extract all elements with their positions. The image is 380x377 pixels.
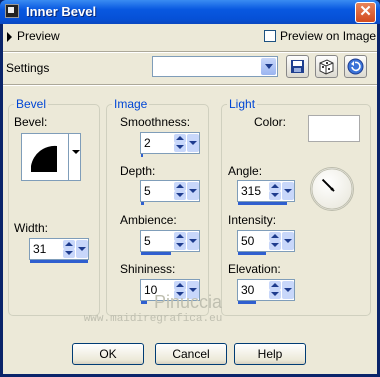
light-color-swatch[interactable] — [308, 115, 360, 142]
light-group: Light Color: Angle: 315 Intensity: 50 El… — [221, 97, 371, 316]
divider — [3, 84, 377, 86]
preview-toggle-label[interactable]: Preview — [17, 29, 60, 43]
randomize-icon — [319, 59, 334, 75]
bevel-label: Bevel: — [14, 115, 48, 129]
image-group-title: Image — [112, 97, 150, 111]
chevron-up-icon[interactable] — [174, 281, 186, 290]
ambience-spinbox[interactable]: 5 — [140, 230, 200, 252]
save-icon — [291, 60, 304, 73]
angle-dial[interactable] — [310, 167, 354, 211]
chevron-down-icon[interactable] — [174, 143, 186, 152]
smoothness-updown[interactable] — [174, 134, 186, 152]
width-spinbox[interactable]: 31 — [29, 238, 89, 260]
ambience-value: 5 — [144, 234, 151, 248]
watermark-name: Pinuccia — [153, 292, 223, 312]
smoothness-slider[interactable] — [141, 154, 143, 157]
smoothness-label: Smoothness: — [120, 115, 191, 129]
chevron-up-icon[interactable] — [174, 134, 186, 143]
depth-value: 5 — [144, 184, 151, 198]
chevron-up-icon[interactable] — [63, 240, 75, 249]
intensity-slider[interactable] — [238, 252, 266, 255]
width-label: Width: — [14, 221, 49, 235]
chevron-down-icon[interactable] — [282, 232, 294, 250]
smoothness-value: 2 — [144, 136, 151, 150]
shininess-label: Shininess: — [120, 262, 176, 276]
chevron-down-icon[interactable] — [282, 281, 294, 299]
width-slider[interactable] — [30, 260, 88, 263]
watermark-url: www.maidiregrafica.eu — [83, 313, 223, 325]
chevron-down-icon[interactable] — [187, 134, 199, 152]
preview-row: Preview Preview on Image — [3, 26, 377, 48]
chevron-down-icon[interactable] — [174, 241, 186, 250]
chevron-down-icon[interactable] — [187, 182, 199, 200]
depth-spinbox[interactable]: 5 — [140, 180, 200, 202]
chevron-down-icon[interactable] — [261, 58, 276, 75]
preview-on-image-checkbox[interactable] — [264, 30, 276, 42]
angle-label: Angle: — [228, 164, 263, 178]
chevron-down-icon[interactable] — [269, 241, 281, 250]
light-group-title: Light — [227, 97, 258, 111]
reset-button[interactable] — [344, 55, 367, 78]
chevron-down-icon[interactable] — [63, 249, 75, 258]
ok-button[interactable]: OK — [72, 343, 144, 365]
bevel-shape-dropdown[interactable] — [68, 133, 81, 181]
chevron-up-icon[interactable] — [269, 232, 281, 241]
smoothness-spinbox[interactable]: 2 — [140, 132, 200, 154]
save-preset-button[interactable] — [286, 55, 309, 78]
ambience-slider[interactable] — [141, 252, 171, 255]
chevron-up-icon[interactable] — [269, 182, 281, 191]
reset-icon — [347, 58, 364, 75]
width-updown[interactable] — [63, 240, 75, 258]
expand-arrow-icon[interactable] — [7, 32, 12, 42]
bevel-group-title: Bevel — [14, 97, 49, 111]
chevron-up-icon[interactable] — [269, 281, 281, 290]
preset-combobox[interactable] — [152, 56, 278, 77]
bevel-shape-preview[interactable] — [21, 133, 69, 181]
width-value: 31 — [33, 242, 47, 256]
chevron-up-icon[interactable] — [174, 232, 186, 241]
intensity-label: Intensity: — [228, 213, 277, 227]
cancel-button[interactable]: Cancel — [155, 343, 227, 365]
randomize-button[interactable] — [315, 55, 338, 78]
chevron-down-icon[interactable] — [282, 182, 294, 200]
settings-label: Settings — [6, 61, 50, 75]
chevron-down-icon[interactable] — [187, 232, 199, 250]
elevation-label: Elevation: — [228, 262, 281, 276]
chevron-down-icon[interactable] — [174, 191, 186, 200]
close-button[interactable]: ✕ — [355, 2, 376, 23]
bevel-group: Bevel Bevel: Width: 31 — [8, 97, 100, 316]
help-button[interactable]: Help — [234, 343, 306, 365]
image-group: Image Smoothness: 2 Depth: 5 Ambience: 5 — [106, 97, 209, 316]
intensity-spinbox[interactable]: 50 — [237, 230, 295, 252]
chevron-up-icon[interactable] — [174, 182, 186, 191]
ambience-updown[interactable] — [174, 232, 186, 250]
window-title: Inner Bevel — [26, 4, 97, 19]
angle-slider[interactable] — [238, 202, 287, 205]
preview-on-image-label[interactable]: Preview on Image — [280, 29, 376, 43]
angle-value: 315 — [241, 184, 262, 198]
angle-updown[interactable] — [269, 182, 281, 200]
chevron-down-icon[interactable] — [269, 191, 281, 200]
app-icon — [5, 4, 19, 18]
dialog-client: Preview Preview on Image Settings Bevel … — [3, 24, 377, 374]
dialog-window: Inner Bevel ✕ Preview Preview on Image S… — [0, 0, 380, 377]
color-label: Color: — [254, 115, 287, 129]
ambience-label: Ambience: — [120, 213, 177, 227]
chevron-down-icon[interactable] — [76, 240, 88, 258]
divider — [3, 51, 377, 53]
depth-label: Depth: — [120, 164, 156, 178]
depth-updown[interactable] — [174, 182, 186, 200]
angle-dial-center — [330, 187, 334, 191]
title-bar[interactable]: Inner Bevel ✕ — [0, 0, 380, 24]
intensity-value: 50 — [241, 234, 255, 248]
angle-spinbox[interactable]: 315 — [237, 180, 295, 202]
intensity-updown[interactable] — [269, 232, 281, 250]
bevel-shape-icon — [31, 145, 57, 172]
depth-slider[interactable] — [141, 202, 144, 205]
